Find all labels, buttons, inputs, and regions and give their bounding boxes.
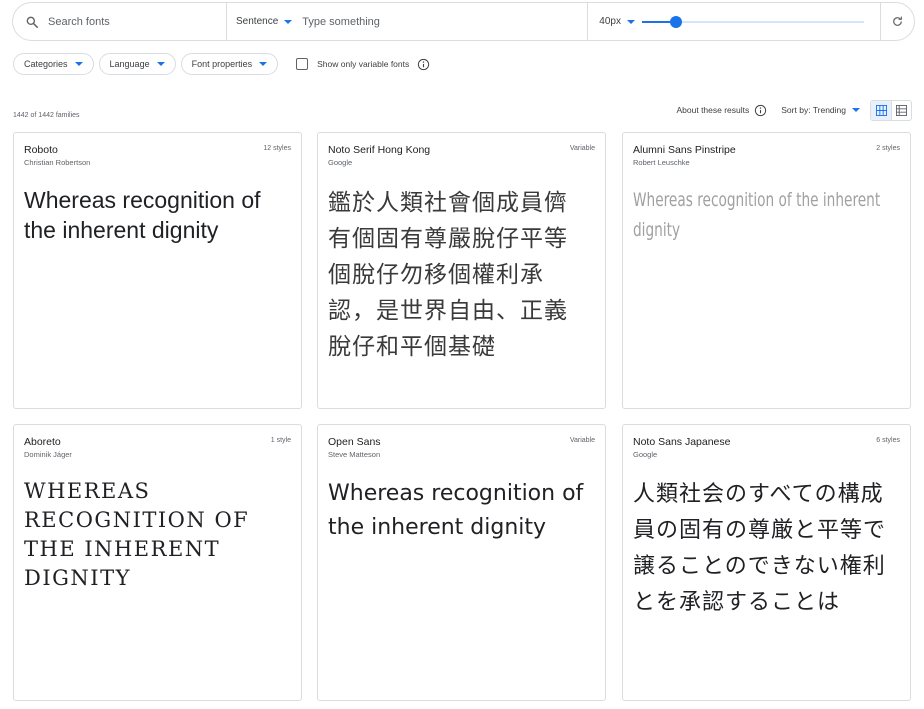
sort-dropdown[interactable]: Sort by: Trending <box>781 105 860 115</box>
font-sample-text: Whereas recognition of the inherent dign… <box>24 187 261 243</box>
font-name: Aboreto <box>24 436 61 448</box>
chip-label: Font properties <box>191 59 253 69</box>
font-size-label: 40px <box>599 16 621 27</box>
font-styles-count: Variable <box>569 437 595 444</box>
categories-filter[interactable]: Categories <box>13 53 94 75</box>
font-properties-filter[interactable]: Font properties <box>180 53 279 75</box>
font-name: Roboto <box>24 144 58 156</box>
font-sample-text: 鑑於人類社會個成員儕有個固有尊嚴脫仔平等個脫仔勿移個權利承認，是世界自由、正義脫… <box>328 190 568 360</box>
font-name: Noto Sans Japanese <box>633 436 731 448</box>
search-icon <box>26 16 39 28</box>
chevron-down-icon <box>74 62 83 66</box>
search-box <box>13 3 227 40</box>
font-size-slider[interactable] <box>642 3 865 40</box>
preview-toolbar: Sentence 40px <box>12 2 915 41</box>
chevron-down-icon <box>259 62 268 66</box>
font-styles-count: 1 style <box>270 437 291 444</box>
font-card-alumni-sans-pinstripe[interactable]: Alumni Sans Pinstripe Robert Leuschke 2 … <box>622 132 911 409</box>
list-view-icon <box>896 104 907 116</box>
variable-fonts-label: Show only variable fonts <box>317 59 410 69</box>
grid-view-icon <box>875 104 887 116</box>
font-sample-text: Whereas recognition of the inherent dign… <box>24 479 250 590</box>
preview-mode-dropdown[interactable]: Sentence <box>227 3 296 40</box>
results-count: 1442 of 1442 families <box>13 112 80 119</box>
variable-fonts-checkbox[interactable] <box>296 58 309 70</box>
font-author: Google <box>328 158 353 167</box>
results-controls: About these results Sort by: Trending <box>677 99 912 121</box>
info-icon[interactable] <box>417 58 430 71</box>
refresh-icon <box>893 16 902 26</box>
font-styles-count: 6 styles <box>876 437 900 444</box>
font-card-noto-serif-hong-kong[interactable]: Noto Serif Hong Kong Google Variable 鑑於人… <box>317 132 606 409</box>
font-author: Christian Robertson <box>24 158 91 167</box>
font-size-dropdown[interactable]: 40px <box>588 3 635 40</box>
font-card-roboto[interactable]: Roboto Christian Robertson 12 styles Whe… <box>13 132 302 409</box>
font-styles-count: 12 styles <box>263 145 291 152</box>
font-author: Dominik Jáger <box>24 450 72 459</box>
font-name: Alumni Sans Pinstripe <box>633 144 736 156</box>
font-sample-text: 人類社会のすべての構成員の固有の尊厳と平等で譲ることのできない権利とを承認するこ… <box>633 482 887 615</box>
font-card-aboreto[interactable]: Aboreto Dominik Jáger 1 style Whereas re… <box>13 424 302 701</box>
font-sample-text: Whereas recognition of the inherent dign… <box>328 481 584 540</box>
chevron-down-icon <box>284 19 293 24</box>
sort-label: Sort by: Trending <box>781 105 846 115</box>
chevron-down-icon <box>156 62 165 66</box>
font-name: Noto Serif Hong Kong <box>328 144 431 156</box>
font-card-noto-sans-japanese[interactable]: Noto Sans Japanese Google 6 styles 人類社会の… <box>622 424 911 701</box>
chevron-down-icon <box>852 108 860 112</box>
about-results-link[interactable]: About these results <box>677 105 750 115</box>
filter-bar: Categories Language Font properties Show… <box>13 53 430 75</box>
chevron-down-icon <box>626 19 635 24</box>
grid-view-button[interactable] <box>871 100 891 120</box>
list-view-button[interactable] <box>891 100 911 120</box>
info-icon[interactable] <box>754 104 767 117</box>
preview-text-input[interactable] <box>302 3 589 40</box>
chip-label: Language <box>109 59 150 69</box>
font-sample-text: Whereas recognition of the inherent dign… <box>633 189 881 241</box>
font-author: Steve Matteson <box>328 450 381 459</box>
view-toggle <box>870 99 912 121</box>
font-card-open-sans[interactable]: Open Sans Steve Matteson Variable Wherea… <box>317 424 606 701</box>
language-filter[interactable]: Language <box>98 53 176 75</box>
reset-button[interactable] <box>880 3 914 40</box>
font-styles-count: Variable <box>569 145 595 152</box>
font-styles-count: 2 styles <box>876 145 900 152</box>
preview-mode-label: Sentence <box>236 16 279 27</box>
search-input[interactable] <box>48 15 218 28</box>
font-author: Robert Leuschke <box>633 158 690 167</box>
chip-label: Categories <box>24 59 68 69</box>
slider-thumb[interactable] <box>669 16 682 28</box>
font-name: Open Sans <box>328 436 381 448</box>
font-author: Google <box>633 450 658 459</box>
